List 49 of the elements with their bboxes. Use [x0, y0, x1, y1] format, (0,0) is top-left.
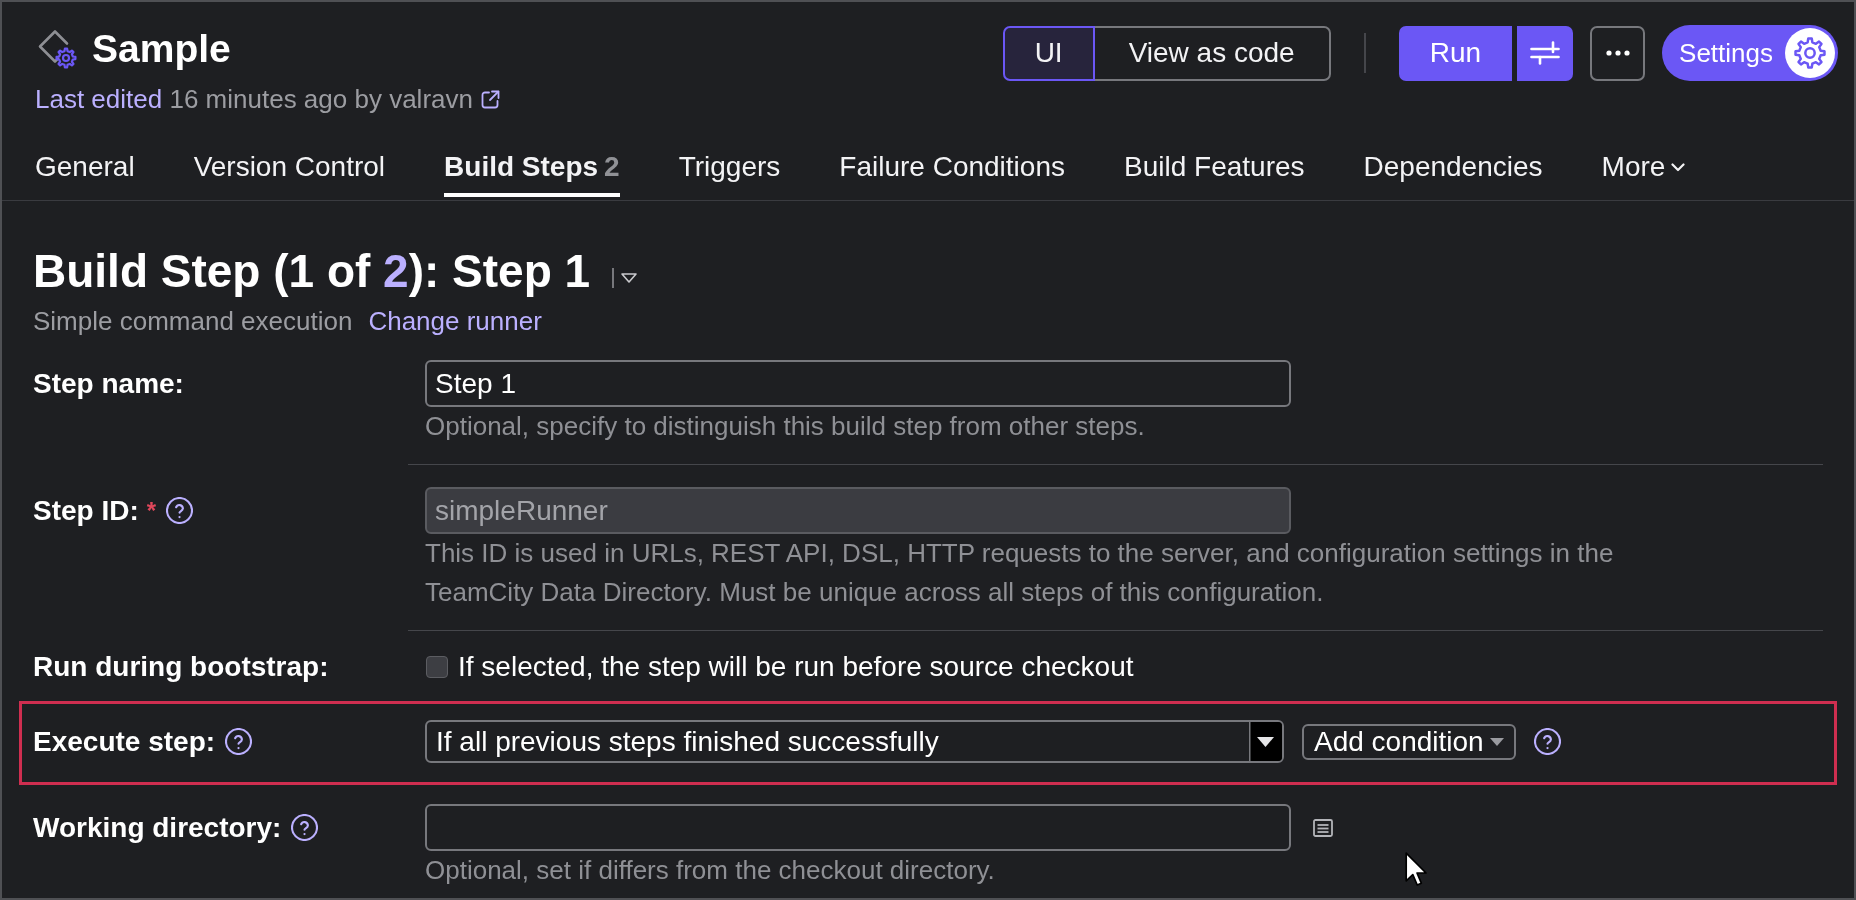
field-hint: Optional, set if differs from the checkout directory. [425, 854, 995, 887]
add-condition-button[interactable]: Add condition [1302, 723, 1516, 760]
external-link-icon[interactable] [480, 89, 500, 109]
runner-description: Simple command execution [33, 306, 353, 336]
sliders-icon [1530, 41, 1561, 65]
run-options-button[interactable] [1517, 25, 1574, 81]
select-field[interactable]: If all previous steps finished successfully [425, 720, 1284, 763]
settings-icon [1785, 28, 1835, 78]
nav-tab[interactable]: Triggers [678, 150, 781, 197]
field-hint: This ID is used in URLs, REST API, DSL, HTTP requests to the server, and configuration settings in the TeamCity Data Directory. Must be unique across all steps of this configuration. [425, 537, 1615, 609]
checkbox-label: If selected, the step will be run before source checkout [458, 650, 1134, 684]
checkbox[interactable] [426, 656, 448, 678]
help-icon[interactable] [225, 728, 253, 755]
last-edited-link[interactable]: Last edited [35, 84, 163, 114]
nav-tab[interactable]: Build Features [1124, 150, 1305, 197]
settings-button[interactable]: Settings [1662, 25, 1838, 81]
view-mode-button[interactable]: UI [1002, 25, 1095, 81]
dropdown-caret-icon[interactable] [612, 267, 639, 289]
more-button[interactable] [1590, 25, 1646, 81]
nav-tab[interactable]: General [35, 150, 135, 197]
text-field[interactable] [425, 804, 1291, 851]
required-mark: * [146, 495, 157, 526]
nav-tab[interactable]: Version Control [193, 150, 386, 197]
list-icon[interactable] [1313, 818, 1333, 837]
nav-tab[interactable]: Build Steps 2 [444, 150, 620, 197]
field-label: Step ID: [33, 493, 139, 528]
step-heading: Build Step (1 of 2): Step 1 [33, 244, 591, 299]
field-hint: Optional, specify to distinguish this build step from other steps. [425, 410, 1145, 443]
page-title: Sample [92, 26, 231, 72]
change-runner-link[interactable]: Change runner [368, 306, 542, 336]
field-label: Execute step: [33, 724, 216, 759]
more-icon [1605, 50, 1630, 56]
text-field[interactable]: Step 1 [425, 360, 1291, 407]
help-icon[interactable] [291, 814, 319, 841]
run-button[interactable]: Run [1398, 25, 1513, 81]
field-label: Step name: [33, 366, 184, 401]
view-mode-button[interactable]: View as code [1092, 25, 1331, 81]
nav-tab[interactable]: Dependencies [1363, 150, 1543, 197]
diamond-gear-icon [37, 29, 77, 69]
pointer-cursor-icon [1405, 852, 1429, 888]
chevron-down-icon [1671, 162, 1686, 172]
field-label: Run during bootstrap: [33, 650, 329, 684]
help-icon[interactable] [1533, 728, 1561, 755]
nav-tab[interactable]: More [1601, 150, 1686, 197]
last-edited-text: Last edited 16 minutes ago by valravn [35, 84, 473, 114]
step-count-link[interactable]: 2 [383, 245, 409, 297]
nav-tab[interactable]: Failure Conditions [839, 150, 1065, 197]
field-label: Working directory: [33, 810, 282, 845]
caret-icon [1489, 737, 1504, 746]
